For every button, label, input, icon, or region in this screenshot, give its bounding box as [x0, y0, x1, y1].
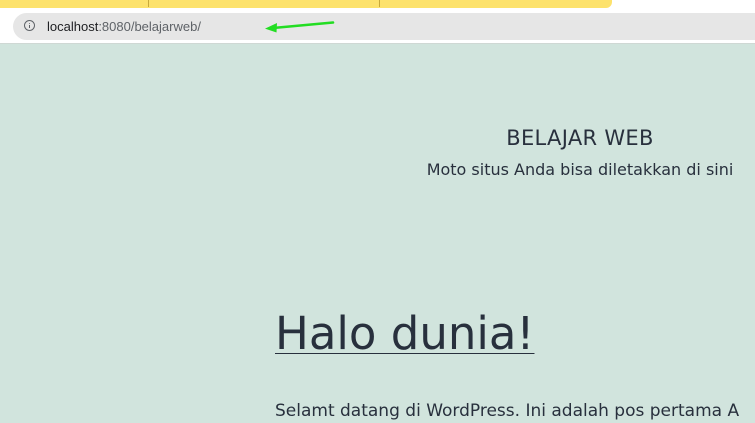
tab-separator [148, 0, 149, 7]
post-title-link[interactable]: Halo dunia! [275, 306, 534, 362]
tab-strip [0, 0, 755, 10]
tab-separator [379, 0, 380, 7]
web-page: BELAJAR WEB Moto situs Anda bisa diletak… [0, 44, 755, 423]
url-text[interactable]: localhost:8080/belajarweb/ [47, 18, 201, 35]
address-bar[interactable]: localhost:8080/belajarweb/ [13, 13, 755, 40]
url-path: :8080/belajarweb/ [98, 19, 201, 34]
info-icon[interactable] [24, 20, 35, 31]
site-tagline: Moto situs Anda bisa diletakkan di sini [426, 160, 734, 179]
active-tab[interactable] [0, 0, 612, 8]
arrow-annotation-icon [265, 21, 335, 33]
browser-toolbar: localhost:8080/belajarweb/ [0, 10, 755, 43]
browser-window: localhost:8080/belajarweb/ BELAJAR WEB M… [0, 0, 755, 423]
post-excerpt: Selamt datang di WordPress. Ini adalah p… [275, 401, 740, 421]
site-title[interactable]: BELAJAR WEB [430, 126, 730, 150]
url-host: localhost [47, 19, 99, 34]
